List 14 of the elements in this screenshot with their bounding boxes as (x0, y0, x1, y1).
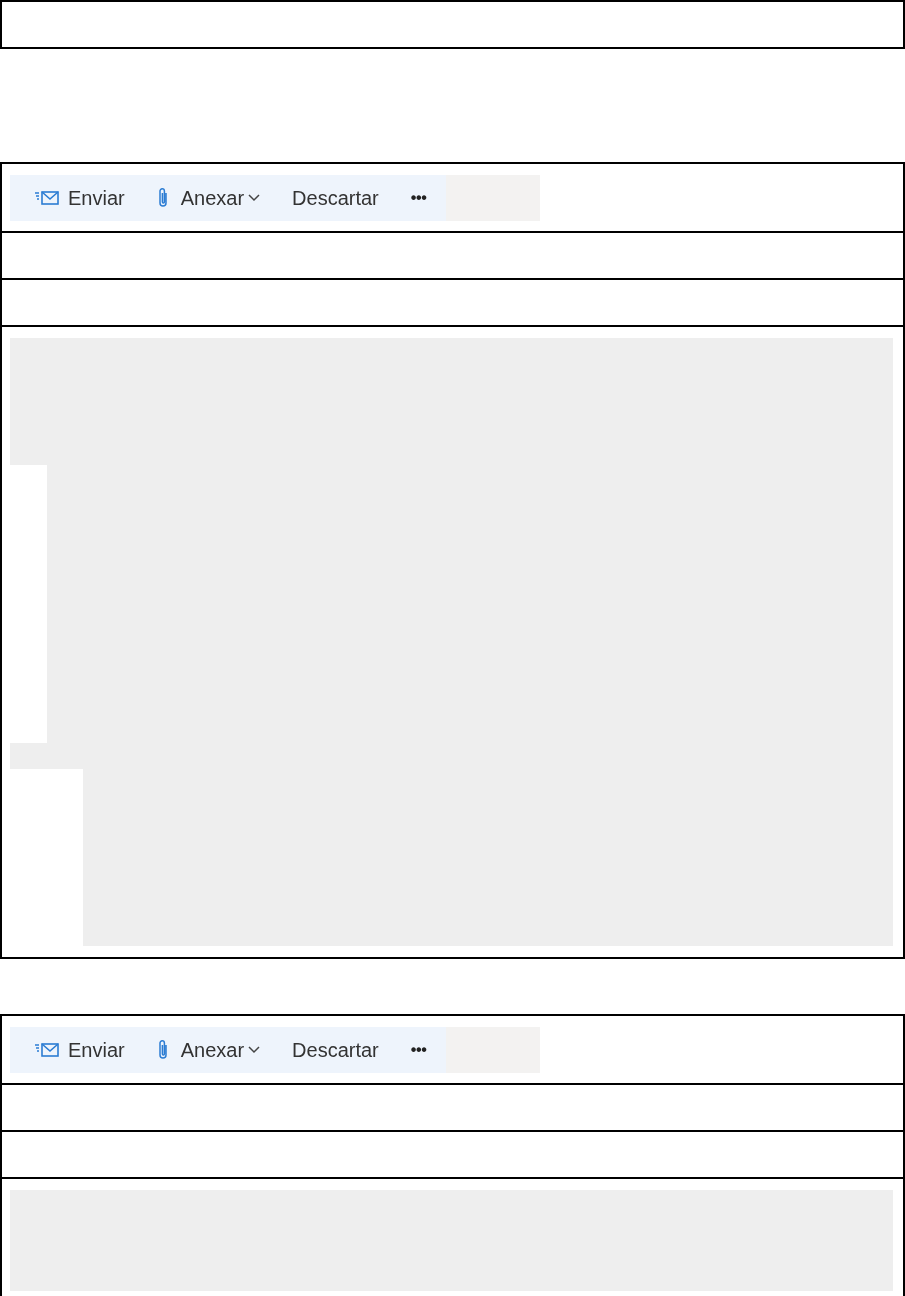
paperclip-icon (156, 1038, 169, 1061)
send-button[interactable]: Enviar (10, 1026, 141, 1073)
envelope-icon (34, 1041, 60, 1058)
envelope-icon (34, 189, 60, 206)
discard-button[interactable]: Descartar (276, 1026, 395, 1073)
attach-button[interactable]: Anexar (140, 174, 277, 221)
chevron-down-icon (248, 1045, 261, 1054)
send-button[interactable]: Enviar (10, 174, 141, 221)
paperclip-icon (156, 186, 169, 209)
more-button[interactable]: ••• (394, 174, 443, 221)
discard-button[interactable]: Descartar (276, 174, 395, 221)
more-button[interactable]: ••• (394, 1026, 443, 1073)
chevron-down-icon (248, 193, 261, 202)
attach-button[interactable]: Anexar (140, 1026, 277, 1073)
